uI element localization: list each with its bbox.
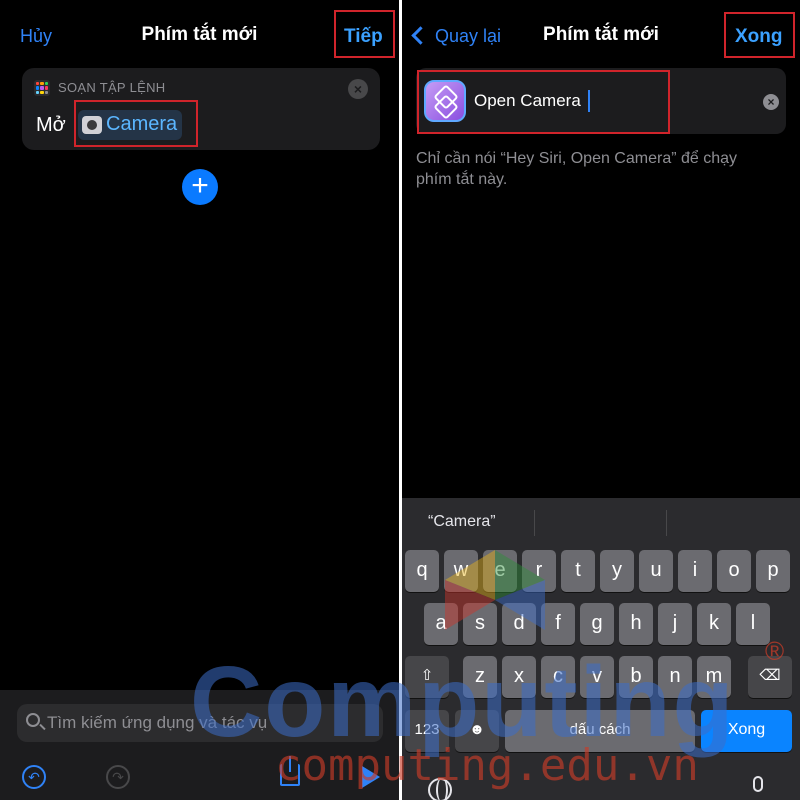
- key-y[interactable]: y: [600, 550, 634, 592]
- highlight-box: [417, 70, 670, 134]
- key-p[interactable]: p: [756, 550, 790, 592]
- search-bar[interactable]: [17, 704, 383, 742]
- key-a[interactable]: a: [424, 603, 458, 645]
- add-action-button[interactable]: +: [182, 169, 218, 205]
- clear-text-icon[interactable]: ×: [763, 94, 779, 110]
- share-icon[interactable]: [280, 756, 300, 786]
- space-key[interactable]: dấu cách: [505, 710, 695, 752]
- globe-icon[interactable]: [428, 778, 452, 800]
- key-z[interactable]: z: [463, 656, 497, 698]
- key-d[interactable]: d: [502, 603, 536, 645]
- key-r[interactable]: r: [522, 550, 556, 592]
- return-key[interactable]: Xong: [701, 710, 792, 752]
- highlight-box: [334, 10, 395, 58]
- key-g[interactable]: g: [580, 603, 614, 645]
- key-t[interactable]: t: [561, 550, 595, 592]
- suggestion-bar: “Camera”: [402, 498, 800, 546]
- key-i[interactable]: i: [678, 550, 712, 592]
- emoji-key[interactable]: ☻: [455, 710, 499, 752]
- key-c[interactable]: c: [541, 656, 575, 698]
- key-e[interactable]: e: [483, 550, 517, 592]
- key-m[interactable]: m: [697, 656, 731, 698]
- key-b[interactable]: b: [619, 656, 653, 698]
- highlight-box: [724, 12, 795, 58]
- key-s[interactable]: s: [463, 603, 497, 645]
- action-category-label: SOẠN TẬP LỆNH: [58, 80, 166, 95]
- search-icon: [26, 713, 40, 727]
- key-v[interactable]: v: [580, 656, 614, 698]
- scripting-icon: [34, 80, 50, 96]
- key-f[interactable]: f: [541, 603, 575, 645]
- play-icon[interactable]: [362, 766, 380, 788]
- highlight-box: [74, 100, 198, 147]
- key-j[interactable]: j: [658, 603, 692, 645]
- undo-icon[interactable]: ↶: [22, 765, 46, 789]
- backspace-key[interactable]: ⌫: [748, 656, 792, 698]
- key-h[interactable]: h: [619, 603, 653, 645]
- microphone-icon[interactable]: [753, 776, 763, 792]
- key-q[interactable]: q: [405, 550, 439, 592]
- key-u[interactable]: u: [639, 550, 673, 592]
- shortcut-editor-screen: Hủy Phím tắt mới Tiếp SOẠN TẬP LỆNH × Mở…: [0, 0, 399, 800]
- remove-action-icon[interactable]: ×: [348, 79, 368, 99]
- key-o[interactable]: o: [717, 550, 751, 592]
- suggestion-divider: [666, 510, 667, 536]
- suggestion-item[interactable]: “Camera”: [428, 513, 496, 531]
- search-input[interactable]: [47, 713, 367, 733]
- numbers-key[interactable]: 123: [405, 710, 449, 752]
- key-k[interactable]: k: [697, 603, 731, 645]
- siri-hint-text: Chỉ cần nói “Hey Siri, Open Camera” để c…: [416, 150, 738, 188]
- redo-icon[interactable]: ↷: [106, 765, 130, 789]
- shortcut-name-screen: Quay lại Phím tắt mới Xong × Chỉ cần nói…: [402, 0, 800, 800]
- key-n[interactable]: n: [658, 656, 692, 698]
- action-verb: Mở: [36, 114, 66, 136]
- suggestion-divider: [534, 510, 535, 536]
- key-x[interactable]: x: [502, 656, 536, 698]
- key-w[interactable]: w: [444, 550, 478, 592]
- key-l[interactable]: l: [736, 603, 770, 645]
- shift-key[interactable]: ⇧: [405, 656, 449, 698]
